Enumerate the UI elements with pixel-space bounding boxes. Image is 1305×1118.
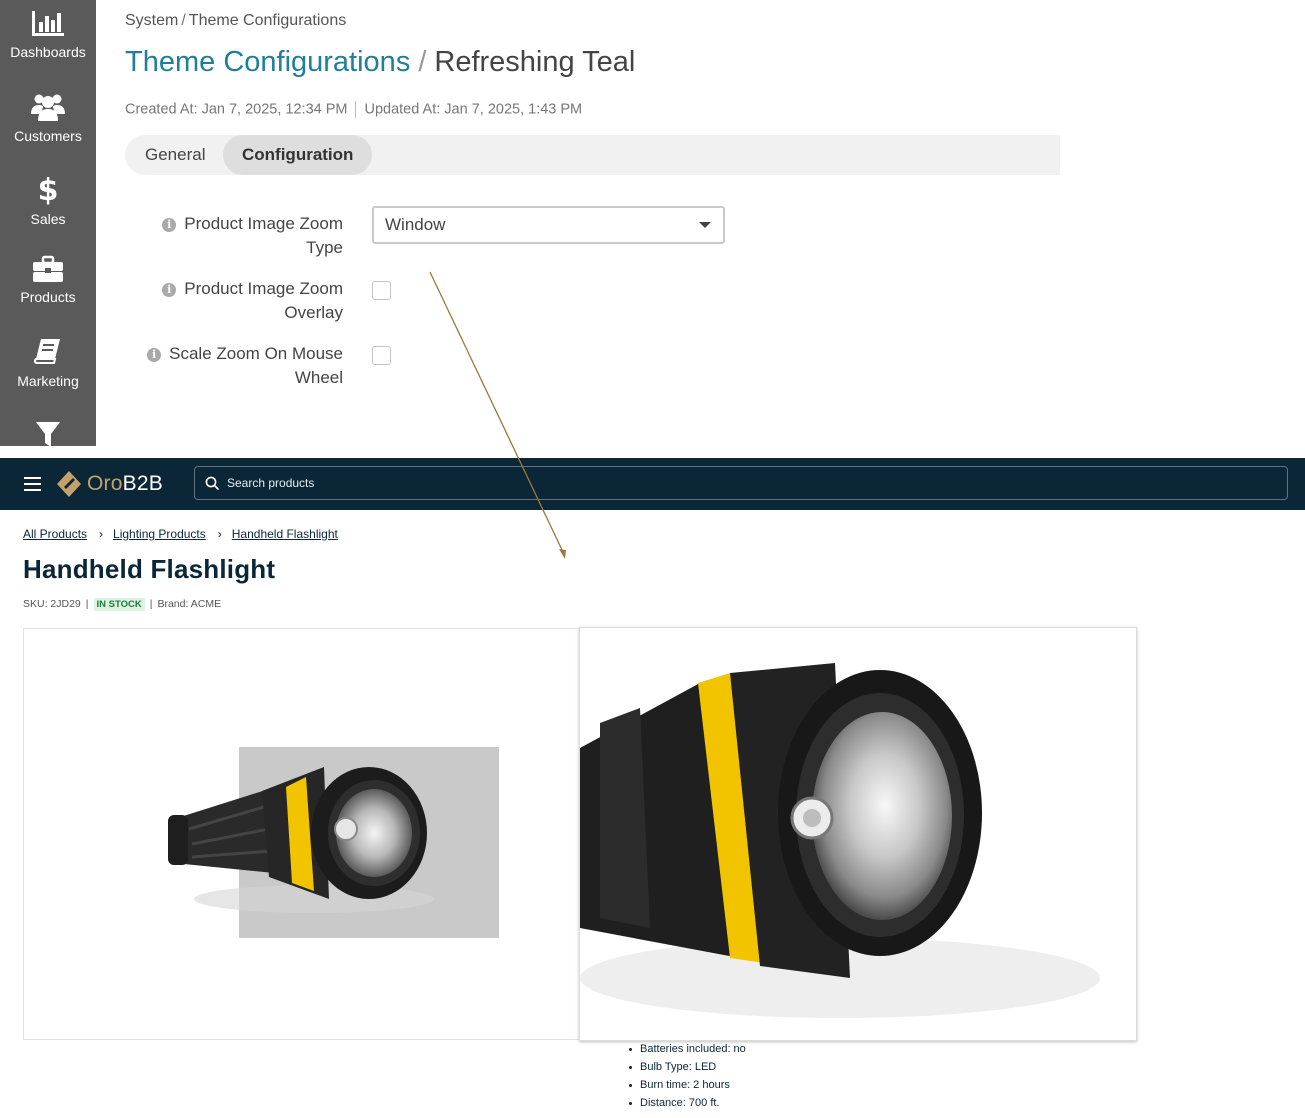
breadcrumb-item[interactable]: Theme Configurations — [189, 12, 346, 29]
zoomed-product-image — [580, 663, 1100, 1018]
dollar-icon: $ — [38, 173, 59, 205]
breadcrumb-link[interactable]: All Products — [23, 527, 87, 541]
sidebar-item-label: Customers — [14, 128, 82, 144]
created-at: Created At: Jan 7, 2025, 12:34 PM — [125, 101, 348, 118]
tab-configuration[interactable]: Configuration — [223, 135, 373, 175]
field-label-zoom-type: i Product Image Zoom Type — [162, 212, 343, 260]
sidebar-item-filter[interactable] — [0, 420, 96, 446]
caret-down-icon — [699, 222, 711, 228]
field-label-scale-zoom: i Scale Zoom On Mouse Wheel — [147, 342, 343, 390]
sku: SKU: 2JD29 — [23, 598, 81, 610]
field-label-text: Product Image Zoom — [184, 279, 343, 298]
sidebar-item-customers[interactable]: Customers — [0, 92, 96, 144]
menu-icon[interactable] — [24, 477, 41, 491]
product-image-gallery[interactable] — [23, 628, 580, 1040]
product-breadcrumb: All Products › Lighting Products › Handheld … — [23, 527, 338, 541]
sidebar-item-dashboards[interactable]: Dashboards — [0, 10, 96, 60]
info-icon[interactable]: i — [147, 348, 162, 362]
page-title-separator: / — [418, 46, 427, 78]
zoom-overlay-checkbox[interactable] — [372, 281, 391, 300]
search-icon — [205, 476, 219, 490]
select-value: Window — [385, 215, 446, 234]
sidebar-item-sales[interactable]: $ Sales — [0, 173, 96, 227]
page-title-section[interactable]: Theme Configurations — [125, 46, 410, 78]
list-item: Distance: 700 ft. — [628, 1094, 746, 1112]
field-label-text: Overlay — [284, 303, 343, 322]
breadcrumb-item[interactable]: System — [125, 12, 178, 29]
oro-logo-icon[interactable] — [56, 470, 82, 498]
breadcrumb-link[interactable]: Handheld Flashlight — [232, 527, 338, 541]
stock-badge: IN STOCK — [93, 598, 145, 611]
sidebar-item-label: Dashboards — [10, 44, 86, 60]
tab-general[interactable]: General — [145, 135, 205, 175]
bar-chart-icon — [32, 11, 64, 36]
product-specs: Batteries included: no Bulb Type: LED Bu… — [628, 1040, 746, 1112]
tab-bar: General Configuration — [125, 135, 1060, 175]
zoom-type-select[interactable]: Window — [372, 206, 725, 244]
breadcrumb: System / Theme Configurations — [125, 12, 347, 29]
field-label-zoom-overlay: i Product Image Zoom Overlay — [162, 277, 343, 325]
search-input[interactable]: Search products — [194, 466, 1288, 500]
product-meta: SKU: 2JD29 | IN STOCK | Brand: ACME — [23, 598, 222, 611]
briefcase-icon — [33, 255, 63, 282]
filter-icon — [36, 422, 60, 446]
users-icon — [31, 94, 65, 121]
info-icon[interactable]: i — [162, 218, 177, 232]
admin-sidebar: Dashboards Customers $ Sales Products Ma… — [0, 0, 96, 446]
brand: Brand: ACME — [157, 598, 222, 610]
breadcrumb-link[interactable]: Lighting Products — [113, 527, 206, 541]
sidebar-item-label: Products — [20, 289, 76, 305]
page-title-entity: Refreshing Teal — [434, 46, 636, 78]
sidebar-item-products[interactable]: Products — [0, 255, 96, 305]
storefront-header: OroB2B Search products — [0, 458, 1305, 510]
sidebar-item-label: Sales — [30, 211, 66, 227]
page-title: Theme Configurations / Refreshing Teal — [125, 46, 635, 79]
list-item: Batteries included: no — [628, 1040, 746, 1058]
product-title: Handheld Flashlight — [23, 554, 276, 584]
scale-zoom-checkbox[interactable] — [372, 346, 391, 365]
field-label-text: Product Image Zoom — [184, 214, 343, 233]
svg-text:$: $ — [38, 173, 59, 205]
chevron-right-icon: › — [99, 527, 104, 541]
list-item: Burn time: 2 hours — [628, 1076, 746, 1094]
field-label-text: Type — [306, 238, 343, 257]
meta-divider — [355, 101, 357, 118]
product-image[interactable] — [24, 629, 579, 1039]
sidebar-item-label: Marketing — [17, 373, 79, 389]
book-icon — [33, 339, 60, 364]
field-label-text: Wheel — [294, 368, 343, 387]
search-placeholder: Search products — [227, 476, 315, 490]
updated-at: Updated At: Jan 7, 2025, 1:43 PM — [364, 101, 583, 118]
list-item: Bulb Type: LED — [628, 1058, 746, 1076]
zoom-window — [579, 627, 1137, 1041]
logo-text[interactable]: OroB2B — [87, 470, 163, 498]
record-meta: Created At: Jan 7, 2025, 12:34 PM Updated… — [125, 101, 582, 118]
info-icon[interactable]: i — [162, 283, 177, 297]
field-label-text: Scale Zoom On Mouse — [169, 344, 343, 363]
sidebar-item-marketing[interactable]: Marketing — [0, 337, 96, 389]
chevron-right-icon: › — [217, 527, 222, 541]
